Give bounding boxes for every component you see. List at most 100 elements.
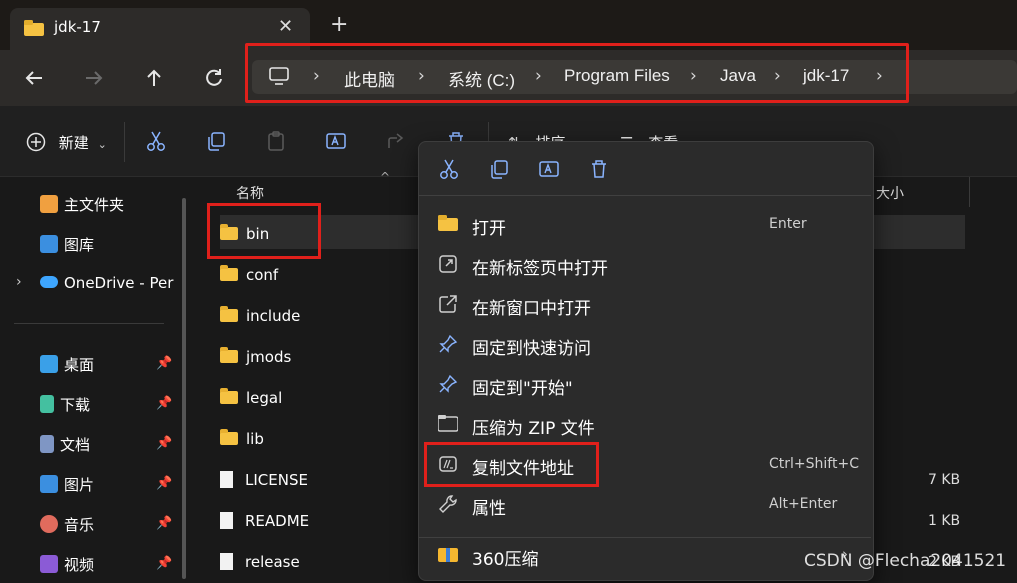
sidebar-item-label: 主文件夹: [64, 196, 125, 214]
folder-icon: [220, 388, 238, 404]
sidebar-item-documents[interactable]: 文档: [40, 434, 90, 458]
menu-divider: [419, 537, 871, 538]
pin-start-icon: [438, 374, 458, 394]
music-icon: [40, 515, 58, 533]
pin-icon[interactable]: 📌: [156, 396, 172, 411]
column-header-name[interactable]: 名称: [236, 183, 264, 203]
forward-button[interactable]: [80, 64, 108, 92]
sidebar-item-music[interactable]: 音乐: [40, 514, 94, 538]
file-name: LICENSE: [245, 471, 308, 489]
file-name: include: [246, 307, 301, 325]
address-highlight-box: [245, 43, 909, 103]
expand-chevron-icon[interactable]: ›: [16, 274, 22, 290]
chevron-down-icon: ⌄: [97, 138, 107, 151]
sidebar-item-label: 文档: [60, 436, 91, 454]
file-row-readme[interactable]: README: [220, 512, 309, 542]
new-tab-icon: [438, 254, 458, 274]
sidebar-item-label: 音乐: [64, 516, 95, 534]
zip-360-icon: [438, 545, 458, 563]
file-icon: [220, 471, 233, 488]
watermark: CSDN @Flecha2041521: [804, 551, 1007, 571]
sidebar-item-desktop[interactable]: 桌面: [40, 354, 94, 378]
delete-icon[interactable]: [588, 158, 610, 180]
file-row-conf[interactable]: conf: [220, 265, 279, 296]
menu-item-label: 压缩为 ZIP 文件: [472, 419, 595, 439]
menu-item-label: 在新窗口中打开: [472, 299, 591, 319]
paste-icon[interactable]: [265, 130, 287, 152]
share-icon[interactable]: [385, 130, 407, 152]
pin-icon[interactable]: 📌: [156, 556, 172, 571]
new-window-icon: [438, 294, 458, 314]
download-icon: [40, 395, 54, 413]
zip-icon: [438, 414, 458, 432]
sidebar-item-onedrive[interactable]: OneDrive - Per: [40, 274, 173, 298]
folder-icon: [220, 265, 238, 281]
menu-item-label: 固定到快速访问: [472, 339, 591, 359]
column-header-size[interactable]: 大小: [876, 183, 904, 203]
pin-icon[interactable]: 📌: [156, 516, 172, 531]
close-tab-button[interactable]: ✕: [278, 16, 293, 37]
tab-title: jdk-17: [54, 18, 101, 36]
sort-ascending-icon: ^: [380, 170, 391, 184]
sidebar-item-gallery[interactable]: 图库: [40, 234, 94, 258]
rename-icon[interactable]: [538, 158, 560, 180]
bin-highlight-box: [207, 203, 321, 259]
cut-icon[interactable]: [145, 130, 167, 152]
folder-icon: [220, 306, 238, 322]
home-icon: [40, 195, 58, 213]
file-size: 1 KB: [928, 513, 961, 529]
file-name: legal: [246, 389, 283, 407]
refresh-button[interactable]: [200, 64, 228, 92]
new-button-label: 新建: [58, 134, 89, 152]
cut-icon[interactable]: [438, 158, 460, 180]
menu-item-label: 打开: [472, 219, 506, 239]
file-name: conf: [246, 266, 279, 284]
file-row-jmods[interactable]: jmods: [220, 347, 291, 378]
file-row-legal[interactable]: legal: [220, 388, 283, 419]
file-name: release: [245, 553, 300, 571]
column-divider: [969, 177, 970, 207]
rename-icon[interactable]: [325, 130, 347, 152]
sidebar-item-label: 图库: [64, 236, 95, 254]
toolbar-divider: [124, 122, 125, 162]
sidebar-item-label: 桌面: [64, 356, 95, 374]
menu-item-shortcut: Alt+Enter: [769, 496, 838, 512]
file-icon: [220, 512, 233, 529]
file-size: 7 KB: [928, 472, 961, 488]
file-row-lib[interactable]: lib: [220, 429, 264, 460]
back-button[interactable]: [20, 64, 48, 92]
folder-icon: [220, 347, 238, 363]
sidebar-item-home[interactable]: 主文件夹: [40, 194, 124, 218]
file-row-license[interactable]: LICENSE: [220, 471, 308, 501]
menu-item-label: 在新标签页中打开: [472, 259, 608, 279]
folder-icon: [24, 20, 44, 36]
sidebar-scrollbar[interactable]: [182, 198, 186, 579]
pin-icon[interactable]: 📌: [156, 436, 172, 451]
sidebar-item-label: 视频: [64, 556, 95, 574]
document-icon: [40, 435, 54, 453]
menu-item-label: 属性: [472, 499, 506, 519]
pin-icon[interactable]: 📌: [156, 356, 172, 371]
sidebar-item-label: OneDrive - Per: [64, 274, 174, 292]
menu-divider: [419, 195, 871, 196]
copy-icon[interactable]: [205, 130, 227, 152]
cloud-icon: [40, 276, 58, 288]
up-button[interactable]: [140, 64, 168, 92]
file-name: README: [245, 512, 310, 530]
sidebar-item-videos[interactable]: 视频: [40, 554, 94, 578]
new-button[interactable]: 新建 ⌄: [26, 132, 107, 153]
copy-icon[interactable]: [488, 158, 510, 180]
sidebar-item-downloads[interactable]: 下载: [40, 394, 90, 418]
new-tab-button[interactable]: +: [330, 14, 348, 36]
menu-item-shortcut: Ctrl+Shift+C: [769, 456, 859, 472]
folder-icon: [438, 214, 458, 232]
file-row-include[interactable]: include: [220, 306, 301, 337]
pin-icon: [438, 334, 458, 354]
picture-icon: [40, 475, 58, 493]
pin-icon[interactable]: 📌: [156, 476, 172, 491]
menu-item-label: 360压缩: [472, 550, 539, 570]
file-name: lib: [246, 430, 264, 448]
sidebar-item-label: 图片: [64, 476, 95, 494]
sidebar-item-pictures[interactable]: 图片: [40, 474, 94, 498]
sidebar-divider: [14, 323, 164, 324]
